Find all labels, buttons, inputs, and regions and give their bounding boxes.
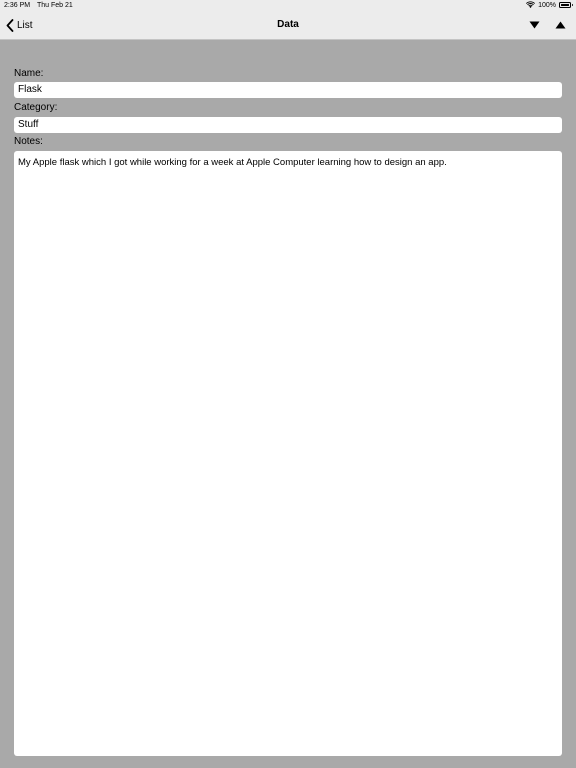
status-time: 2:36 PM [4, 2, 31, 9]
notes-label: Notes: [14, 136, 43, 147]
battery-percent: 100% [538, 1, 556, 9]
name-label: Name: [14, 68, 44, 79]
page-title: Data [277, 19, 299, 30]
navigation-bar: List Data [0, 12, 576, 40]
status-indicators: 100% [526, 1, 573, 9]
triangle-up-icon [555, 21, 565, 29]
status-date: Thu Feb 21 [37, 2, 73, 9]
category-field[interactable]: Stuff [14, 117, 562, 133]
triangle-down-icon [529, 21, 539, 29]
name-field[interactable]: Flask [14, 82, 562, 98]
category-label: Category: [14, 102, 58, 113]
notes-text-area[interactable]: My Apple flask which I got while working… [14, 151, 562, 756]
status-bar: 2:36 PM Thu Feb 21 100% [0, 0, 576, 12]
wifi-icon [526, 1, 536, 8]
next-record-button[interactable] [527, 19, 541, 31]
battery-icon [559, 2, 573, 8]
previous-record-button[interactable] [553, 19, 567, 31]
